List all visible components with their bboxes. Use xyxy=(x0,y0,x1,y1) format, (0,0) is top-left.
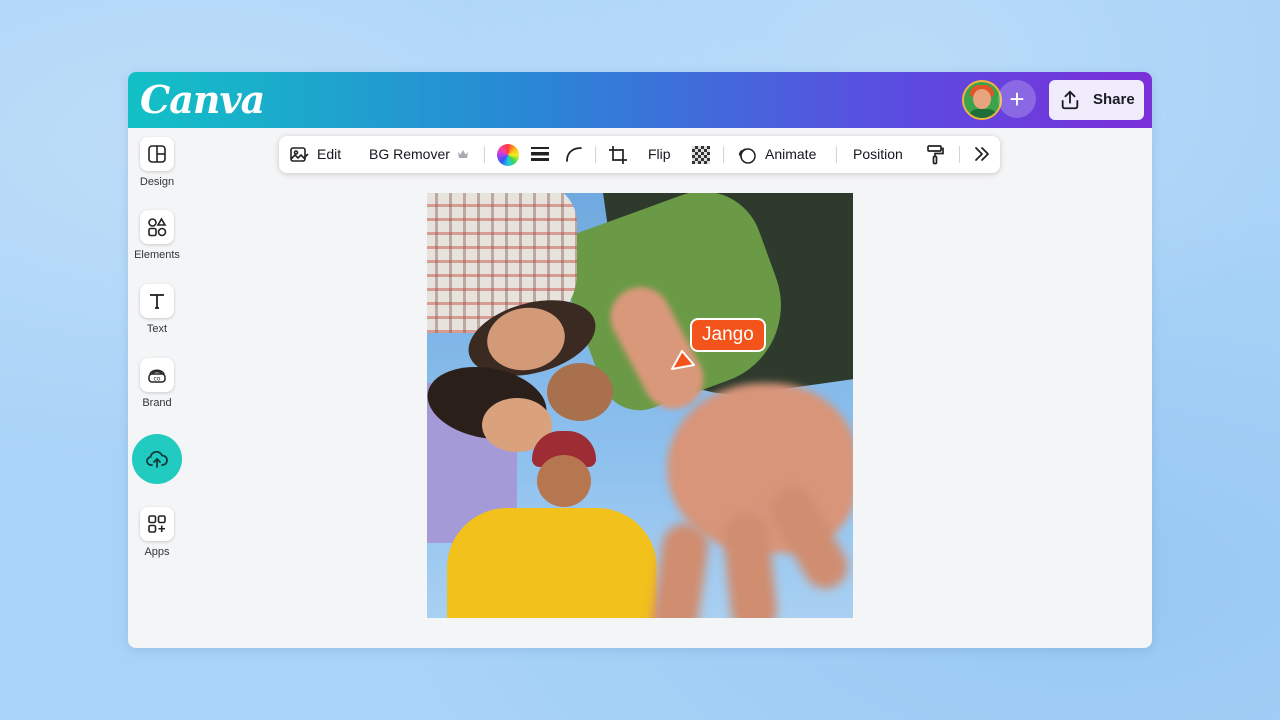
sidebar-item-text[interactable]: Text xyxy=(128,284,186,338)
crop-icon xyxy=(609,146,627,164)
text-icon xyxy=(140,284,174,318)
sidebar-label: Apps xyxy=(144,546,170,558)
sidebar-item-apps[interactable]: Apps xyxy=(128,507,186,561)
position-label: Position xyxy=(853,146,903,162)
brand-icon: co xyxy=(140,358,174,392)
user-avatar[interactable] xyxy=(962,80,1002,120)
color-picker-icon[interactable] xyxy=(497,144,519,166)
double-chevron-right-icon xyxy=(975,147,989,161)
toolbar-divider xyxy=(595,146,596,163)
share-label: Share xyxy=(1093,91,1135,108)
edit-label: Edit xyxy=(317,146,342,162)
bg-remover-button[interactable]: BG Remover xyxy=(369,136,475,173)
sidebar-label: Brand xyxy=(142,397,172,409)
animate-button[interactable]: Animate xyxy=(735,136,821,173)
sidebar-item-uploads[interactable] xyxy=(132,434,182,484)
position-button[interactable]: Position xyxy=(853,136,913,173)
sidebar-label: Text xyxy=(146,323,168,335)
flip-label: Flip xyxy=(648,146,671,162)
copy-style-button[interactable] xyxy=(925,136,947,173)
border-style-button[interactable] xyxy=(531,136,553,173)
add-collaborator-button[interactable]: + xyxy=(998,80,1036,118)
cloud-upload-icon xyxy=(146,450,168,468)
sidebar-item-design[interactable]: Design xyxy=(128,137,186,191)
share-button[interactable]: Share xyxy=(1049,80,1144,120)
paint-roller-icon xyxy=(927,145,944,165)
share-upload-icon xyxy=(1061,90,1079,110)
sidebar-item-brand[interactable]: co Brand xyxy=(128,358,186,412)
sidebar-item-elements[interactable]: Elements xyxy=(128,210,186,264)
sidebar-label: Design xyxy=(139,176,175,188)
apps-icon xyxy=(140,507,174,541)
editor-window: Canva + Share Design Elements Text co Br… xyxy=(128,72,1152,648)
more-options-button[interactable] xyxy=(971,136,993,173)
animate-icon xyxy=(738,148,756,164)
svg-text:co: co xyxy=(154,376,161,383)
collaborator-name-tag: Jango xyxy=(690,318,766,352)
layout-icon xyxy=(140,137,174,171)
flip-button[interactable]: Flip xyxy=(648,136,678,173)
animate-label: Animate xyxy=(765,146,817,162)
canvas-photo[interactable] xyxy=(427,193,853,618)
canva-logo[interactable]: Canva xyxy=(140,74,265,126)
image-edit-icon xyxy=(290,147,309,162)
sidebar-label: Elements xyxy=(134,249,180,261)
transparency-icon[interactable] xyxy=(692,146,710,164)
bg-remover-label: BG Remover xyxy=(369,146,450,162)
toolbar-divider xyxy=(723,146,724,163)
corner-rounding-button[interactable] xyxy=(565,136,587,173)
toolbar-divider xyxy=(484,146,485,163)
border-weight-icon xyxy=(531,147,549,161)
crop-button[interactable] xyxy=(608,136,630,173)
shapes-icon xyxy=(140,210,174,244)
edit-image-button[interactable]: Edit xyxy=(287,136,349,173)
toolbar-divider xyxy=(836,146,837,163)
toolbar-divider xyxy=(959,146,960,163)
top-bar: Canva + Share xyxy=(128,72,1152,128)
collaborator-cursor-icon xyxy=(671,350,695,370)
corner-radius-icon xyxy=(566,147,582,162)
context-toolbar: Edit BG Remover Flip Animate Position xyxy=(279,136,1000,173)
crown-icon xyxy=(458,150,468,158)
